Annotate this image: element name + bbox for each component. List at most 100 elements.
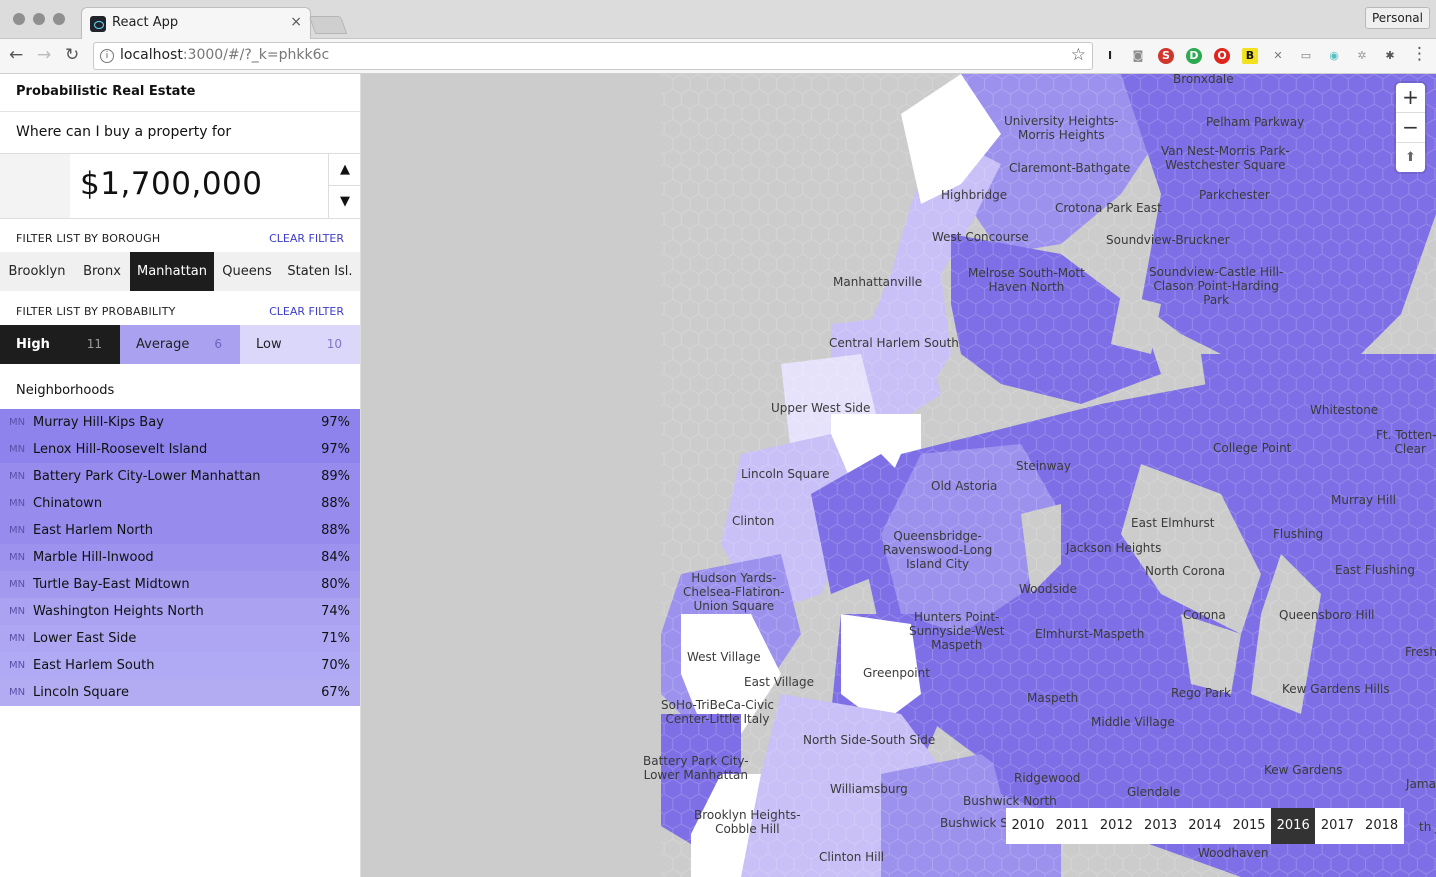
- cast-icon[interactable]: ▭: [1298, 48, 1314, 64]
- neighborhood-row[interactable]: MN Lenox Hill-Roosevelt Island 97%: [0, 436, 360, 463]
- year-2013[interactable]: 2013: [1139, 808, 1183, 844]
- year-2015[interactable]: 2015: [1227, 808, 1271, 844]
- zoom-control: + − ⬆: [1396, 83, 1425, 172]
- s-extension-icon[interactable]: S: [1158, 48, 1174, 64]
- map-canvas[interactable]: [361, 74, 1436, 877]
- neighborhood-name: Turtle Bay-East Midtown: [33, 577, 190, 592]
- neighborhood-row[interactable]: MN East Harlem North 88%: [0, 517, 360, 544]
- neighborhood-row[interactable]: MN Turtle Bay-East Midtown 80%: [0, 571, 360, 598]
- borough-code: MN: [9, 687, 26, 698]
- probability-percent: 70%: [321, 658, 350, 673]
- year-2011[interactable]: 2011: [1050, 808, 1094, 844]
- map-label-elmhurst-maspeth: Elmhurst-Maspeth: [1035, 627, 1145, 641]
- year-2016[interactable]: 2016: [1271, 808, 1316, 844]
- address-bar[interactable]: i localhost:3000/#/?_k=phkk6c ☆: [93, 42, 1093, 70]
- reload-icon[interactable]: ↻: [65, 45, 79, 65]
- new-tab-button[interactable]: [308, 16, 348, 34]
- map-label-maspeth: Maspeth: [1027, 691, 1079, 705]
- probability-percent: 88%: [321, 523, 350, 538]
- map-label-rego-park: Rego Park: [1171, 686, 1231, 700]
- map-label-crotona-park-east: Crotona Park East: [1055, 201, 1162, 215]
- increase-price-button[interactable]: ▲: [329, 154, 361, 186]
- profile-button[interactable]: Personal: [1364, 7, 1430, 29]
- bookmark-star-icon[interactable]: ☆: [1071, 45, 1086, 65]
- neighborhood-row[interactable]: MN Lower East Side 71%: [0, 625, 360, 652]
- hexbin-map[interactable]: Bronxdale University Heights- Morris Heig…: [361, 74, 1436, 877]
- neighborhood-row[interactable]: MN Battery Park City-Lower Manhattan 89%: [0, 463, 360, 490]
- settings-extension-icon[interactable]: ✲: [1354, 48, 1370, 64]
- map-label-greenpoint: Greenpoint: [863, 666, 930, 680]
- probability-label: High: [16, 337, 50, 352]
- zoom-in-button[interactable]: +: [1396, 83, 1425, 113]
- pin-icon[interactable]: ✕: [1270, 48, 1286, 64]
- bug-icon[interactable]: ✱: [1382, 48, 1398, 64]
- maximize-window-light[interactable]: [53, 13, 65, 25]
- neighborhood-name: East Harlem North: [33, 523, 154, 538]
- probability-tab-high[interactable]: High 11: [0, 325, 120, 364]
- map-label-old-astoria: Old Astoria: [931, 479, 998, 493]
- map-label-lincoln-square: Lincoln Square: [741, 467, 830, 481]
- back-arrow-icon[interactable]: ←: [9, 45, 23, 65]
- map-label-van-nest-morris-park-westchester-square: Van Nest-Morris Park- Westchester Square: [1161, 144, 1290, 172]
- borough-code: MN: [9, 498, 26, 509]
- browser-toolbar: ← → ↻ i localhost:3000/#/?_k=phkk6c ☆ I ◙…: [0, 39, 1436, 74]
- browser-menu-icon[interactable]: ⋮: [1411, 44, 1428, 64]
- url-text[interactable]: localhost:3000/#/?_k=phkk6c: [120, 47, 329, 63]
- neighborhood-row[interactable]: MN East Harlem South 70%: [0, 652, 360, 679]
- borough-tab-bronx[interactable]: Bronx: [74, 252, 130, 291]
- neighborhood-row[interactable]: MN Murray Hill-Kips Bay 97%: [0, 409, 360, 436]
- clear-probability-filter-link[interactable]: CLEAR FILTER: [269, 305, 344, 318]
- map-label-soundview-bruckner: Soundview-Bruckner: [1106, 233, 1230, 247]
- borough-tab-queens[interactable]: Queens: [214, 252, 280, 291]
- b-extension-icon[interactable]: B: [1242, 48, 1258, 64]
- close-window-light[interactable]: [13, 13, 25, 25]
- hudson-water[interactable]: [361, 74, 661, 877]
- price-question: Where can I buy a property for: [16, 124, 232, 140]
- browser-tab[interactable]: React App ×: [81, 7, 311, 40]
- map-label-murray-hill: Murray Hill: [1331, 493, 1396, 507]
- year-2017[interactable]: 2017: [1315, 808, 1359, 844]
- neighborhood-row[interactable]: MN Chinatown 88%: [0, 490, 360, 517]
- zoom-out-button[interactable]: −: [1396, 113, 1425, 143]
- borough-code: MN: [9, 471, 26, 482]
- map-label-bushwick-north: Bushwick North: [963, 794, 1057, 808]
- probability-tab-average[interactable]: Average 6: [120, 325, 240, 364]
- info-icon[interactable]: i: [100, 49, 114, 63]
- color-picker-icon[interactable]: ◉: [1326, 48, 1342, 64]
- year-2010[interactable]: 2010: [1006, 808, 1050, 844]
- map-label-fresh-me: Fresh Me: [1405, 645, 1436, 659]
- clear-borough-filter-link[interactable]: CLEAR FILTER: [269, 232, 344, 245]
- minimize-window-light[interactable]: [33, 13, 45, 25]
- year-2018[interactable]: 2018: [1360, 808, 1404, 844]
- neighborhood-row[interactable]: MN Washington Heights North 74%: [0, 598, 360, 625]
- borough-filter: Brooklyn Bronx Manhattan Queens Staten Isl.: [0, 252, 360, 291]
- map-label-soho-tribeca-civic-center-little-italy: SoHo-TriBeCa-Civic Center-Little Italy: [661, 698, 775, 726]
- opera-icon[interactable]: O: [1214, 48, 1230, 64]
- borough-tab-staten-isl[interactable]: Staten Isl.: [280, 252, 360, 291]
- price-input[interactable]: $1,700,000: [80, 166, 263, 202]
- camera-icon[interactable]: ◙: [1130, 48, 1146, 64]
- tab-close-icon[interactable]: ×: [290, 14, 302, 30]
- compass-icon[interactable]: ⬆: [1396, 143, 1425, 172]
- probability-count: 10: [326, 337, 342, 351]
- instapaper-icon[interactable]: I: [1102, 48, 1118, 64]
- probability-count: 6: [214, 337, 222, 351]
- borough-code: MN: [9, 579, 26, 590]
- map-label-battery-park-city-lower-manhattan: Battery Park City- Lower Manhattan: [643, 754, 749, 782]
- map-label-melrose-south-mott-haven-north: Melrose South-Mott Haven North: [968, 266, 1085, 294]
- neighborhood-name: Lenox Hill-Roosevelt Island: [33, 442, 208, 457]
- probability-tab-low[interactable]: Low 10: [240, 325, 360, 364]
- neighborhood-name: Lower East Side: [33, 631, 137, 646]
- year-2014[interactable]: 2014: [1183, 808, 1227, 844]
- map-label-hudson-yards-chelsea-flatiron-union-square: Hudson Yards- Chelsea-Flatiron- Union Sq…: [683, 571, 785, 613]
- forward-arrow-icon[interactable]: →: [37, 45, 51, 65]
- borough-tab-manhattan[interactable]: Manhattan: [130, 252, 214, 291]
- probability-percent: 74%: [321, 604, 350, 619]
- d-extension-icon[interactable]: D: [1186, 48, 1202, 64]
- decrease-price-button[interactable]: ▼: [329, 186, 361, 217]
- borough-tab-brooklyn[interactable]: Brooklyn: [0, 252, 74, 291]
- neighborhood-row[interactable]: MN Marble Hill-Inwood 84%: [0, 544, 360, 571]
- neighborhood-row[interactable]: MN Lincoln Square 67%: [0, 679, 360, 706]
- browser-tab-bar: React App × Personal: [0, 0, 1436, 40]
- year-2012[interactable]: 2012: [1094, 808, 1138, 844]
